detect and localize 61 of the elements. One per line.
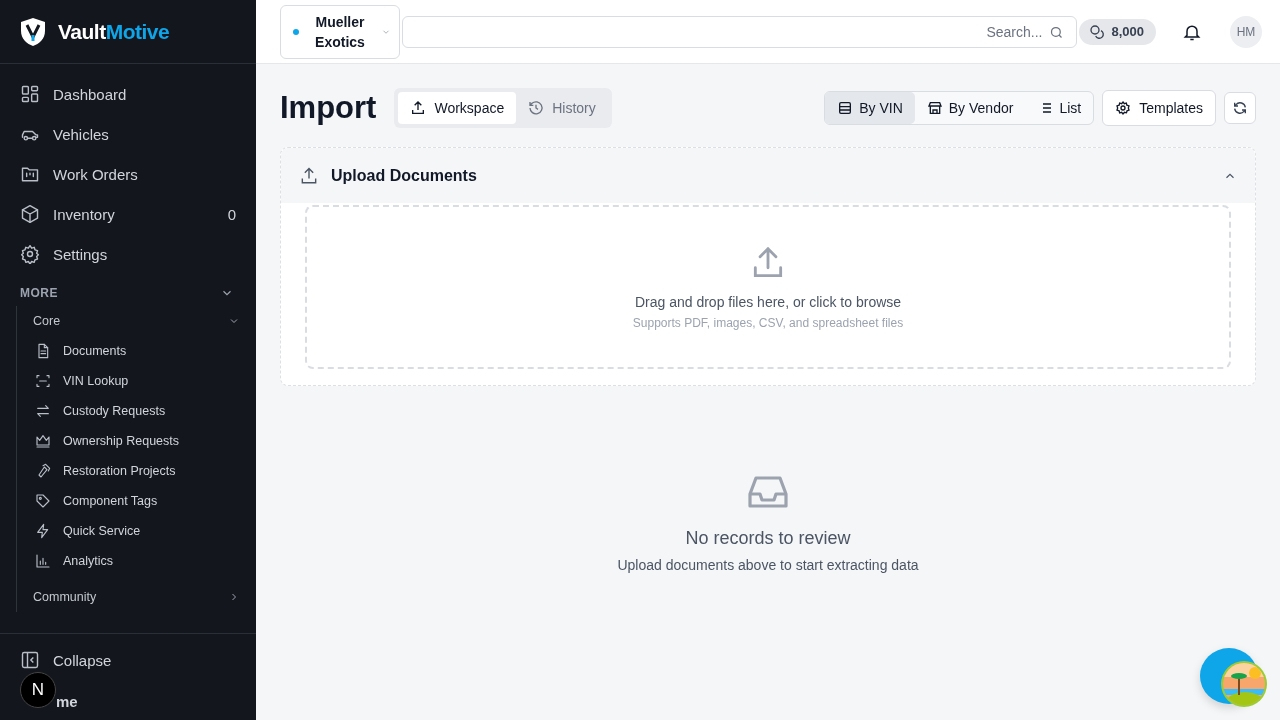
nav-item[interactable]: Settings (0, 234, 256, 274)
nav-item[interactable]: Work Orders (0, 154, 256, 194)
panel-header[interactable]: Upload Documents (281, 148, 1255, 203)
empty-state-text: Upload documents above to start extracting data (617, 557, 919, 573)
nav-item[interactable]: Restoration Projects (17, 456, 256, 486)
count-label: 0 (227, 205, 236, 223)
group-header[interactable]: Core (17, 306, 256, 336)
upload-icon (299, 165, 319, 186)
folder-icon (20, 164, 40, 184)
view-option[interactable]: By VIN (825, 92, 915, 124)
box-icon (20, 204, 40, 224)
view-option[interactable]: List (1025, 92, 1094, 124)
swap-arrows-icon (35, 403, 51, 419)
store-icon (926, 100, 943, 116)
settings-icon (20, 244, 40, 264)
nav-item[interactable]: Custody Requests (17, 396, 256, 426)
refresh-icon (1232, 100, 1248, 116)
theme-label[interactable]: me (56, 693, 78, 710)
bar-chart-icon (35, 553, 51, 569)
dev-badge[interactable]: N (20, 672, 56, 708)
nav-item[interactable]: Ownership Requests (17, 426, 256, 456)
search-field[interactable]: Search... (402, 15, 1078, 48)
sidebar-panel-icon (20, 650, 40, 670)
crown-icon (35, 433, 51, 449)
user-avatar[interactable]: HM (1230, 15, 1262, 48)
drop-instructions: Drag and drop files here, or click to browse (634, 294, 902, 310)
empty-state-title: No records to review (685, 528, 851, 549)
tab[interactable]: Workspace (398, 92, 517, 124)
settings-icon (1115, 100, 1132, 116)
nav-item[interactable]: Documents (17, 336, 256, 366)
scan-icon (35, 373, 51, 389)
page-title: Import (280, 90, 377, 126)
rows-icon (837, 100, 854, 116)
refresh-button[interactable] (1224, 92, 1256, 124)
credits-badge[interactable]: 8,000 (1079, 18, 1156, 45)
document-icon (35, 343, 51, 359)
nav-item[interactable]: Dashboard (0, 74, 256, 114)
templates-button[interactable]: Templates (1102, 90, 1216, 126)
brand-name[interactable]: VaultMotive (58, 19, 170, 44)
upload-icon (410, 100, 427, 116)
nav-item[interactable]: Analytics (17, 546, 256, 576)
nav-item[interactable]: Quick Service (17, 516, 256, 546)
file-types-hint: Supports PDF, images, CSV, and spreadsheet files (632, 316, 904, 330)
organization-selector[interactable]: Mueller Exotics (280, 4, 400, 59)
status-dot-icon (293, 28, 299, 35)
chat-button[interactable] (1200, 648, 1268, 708)
history-icon (528, 100, 545, 116)
coins-icon (1089, 23, 1106, 40)
nav-item[interactable]: Component Tags (17, 486, 256, 516)
dashboard-icon (20, 84, 40, 104)
view-option[interactable]: By Vendor (914, 92, 1026, 124)
drop-zone[interactable]: Drag and drop files here, or click to browse Supports PDF, images, CSV, and spreadsheet files (305, 205, 1231, 369)
shield-logo-icon (20, 16, 46, 47)
tag-icon (35, 493, 51, 509)
tab[interactable]: History (516, 92, 608, 124)
nav-item[interactable]: Vehicles (0, 114, 256, 154)
nav-item[interactable]: Inventory 0 (0, 194, 256, 234)
nav-item[interactable]: VIN Lookup (17, 366, 256, 396)
group-header[interactable]: Community (17, 582, 256, 612)
section-label: MORE (20, 286, 58, 300)
lightning-icon (35, 523, 51, 539)
